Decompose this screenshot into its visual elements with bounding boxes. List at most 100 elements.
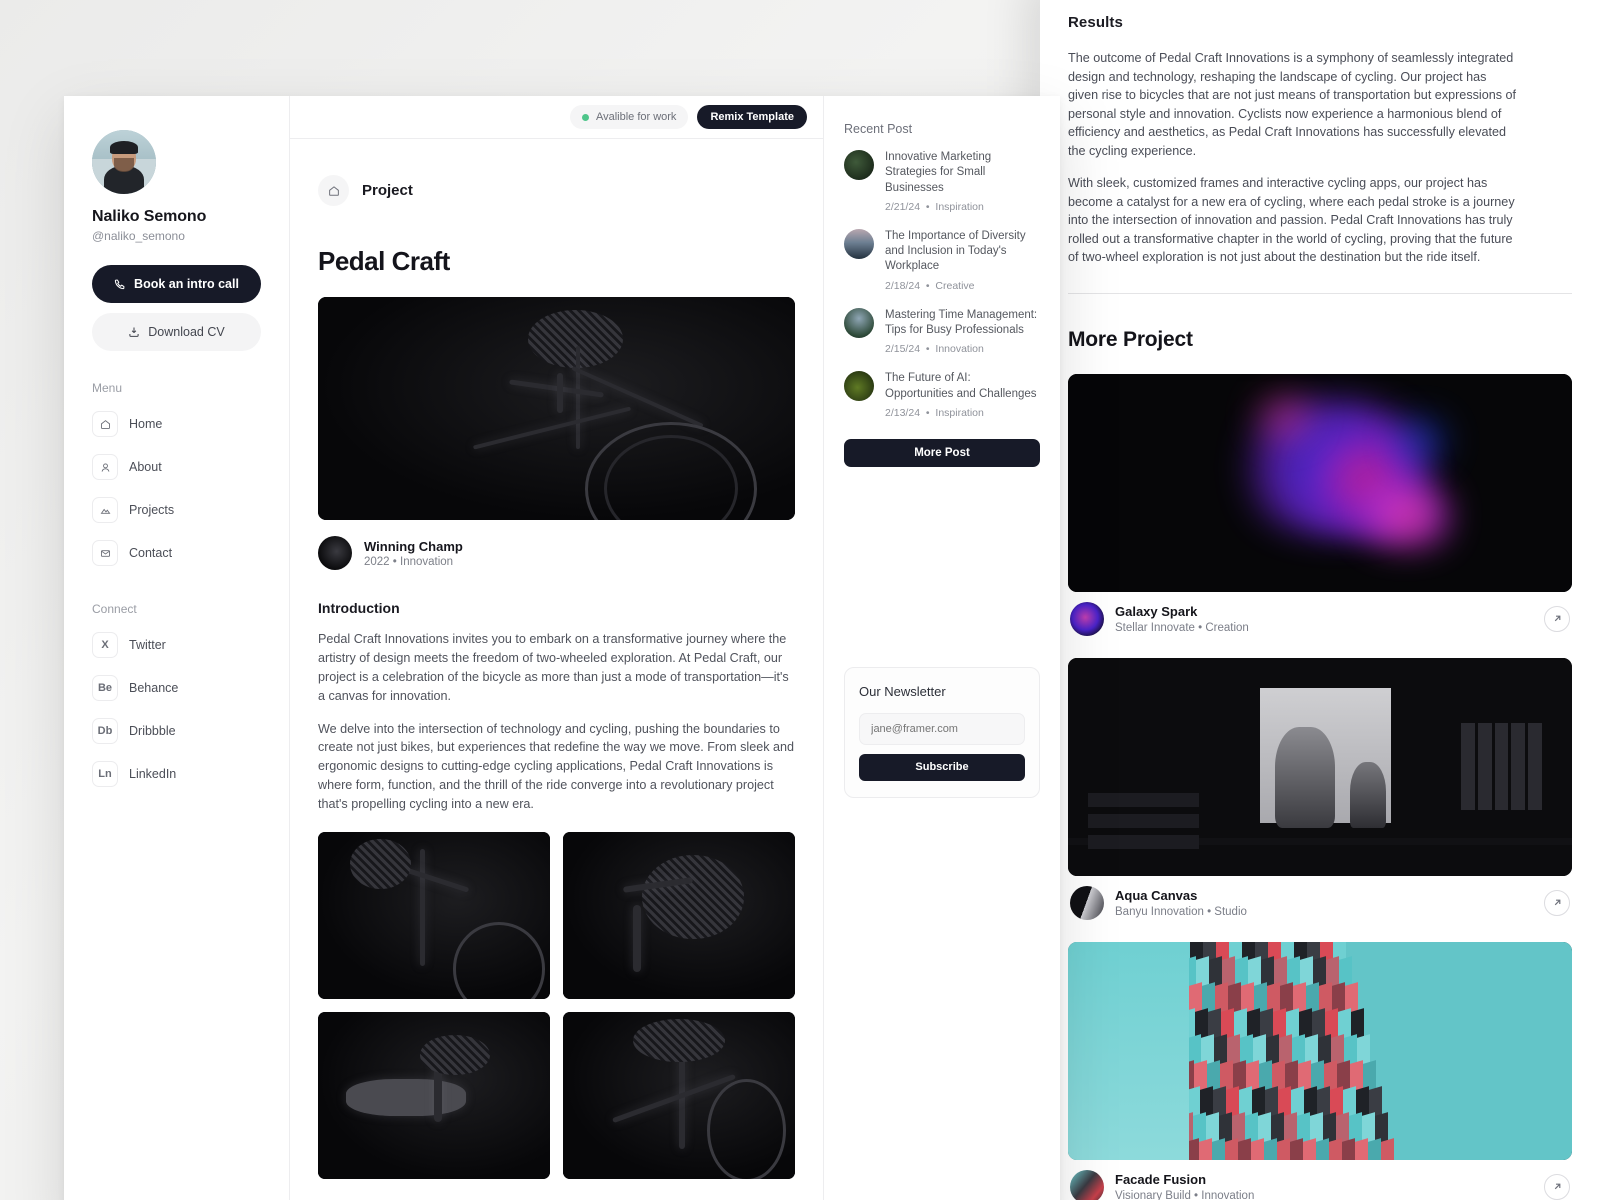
twitter-x-icon: X	[92, 632, 118, 658]
project-thumbnail[interactable]	[1068, 657, 1572, 876]
social-link-label: Behance	[129, 681, 179, 695]
profile-handle: @naliko_semono	[92, 229, 185, 243]
home-icon	[92, 411, 118, 437]
byline-meta: 2022 • Innovation	[364, 555, 454, 568]
social-link-dribbble[interactable]: Db Dribbble	[92, 712, 261, 750]
article-column: Avalible for work Remix Template Project…	[290, 96, 824, 1200]
subscribe-button[interactable]: Subscribe	[859, 753, 1025, 781]
project-thumbnail[interactable]	[1068, 941, 1572, 1160]
social-link-behance[interactable]: Be Behance	[92, 669, 261, 707]
project-card[interactable]: Facade Fusion Visionary Build • Innovati…	[1068, 941, 1572, 1200]
post-meta: 2/18/24 • Creative	[885, 279, 975, 292]
folder-icon	[92, 497, 118, 523]
recent-post-heading: Recent Post	[844, 122, 913, 136]
results-panel: Results The outcome of Pedal Craft Innov…	[1040, 0, 1600, 1200]
social-link-label: Twitter	[129, 638, 166, 652]
main-window: Naliko Semono @naliko_semono Book an int…	[64, 96, 1060, 1200]
introduction-paragraph-1: Pedal Craft Innovations invites you to e…	[318, 632, 789, 703]
post-thumbnail	[844, 228, 874, 259]
book-intro-call-button[interactable]: Book an intro call	[92, 265, 261, 303]
profile-name: Naliko Semono	[92, 208, 207, 225]
project-card[interactable]: Galaxy Spark Stellar Innovate • Creation	[1068, 373, 1572, 636]
results-paragraph-1: The outcome of Pedal Craft Innovations i…	[1068, 51, 1517, 158]
project-avatar	[1070, 885, 1104, 920]
results-heading: Results	[1068, 14, 1123, 31]
sidebar-item-home[interactable]: Home	[92, 405, 261, 443]
social-link-label: LinkedIn	[129, 767, 177, 781]
gallery-artwork	[1068, 657, 1572, 876]
connect-section-label: Connect	[92, 602, 137, 616]
social-link-twitter[interactable]: X Twitter	[92, 626, 261, 664]
menu-section-label: Menu	[92, 381, 123, 395]
project-title: Aqua Canvas	[1115, 887, 1198, 903]
sidebar-item-label: About	[129, 460, 162, 474]
page-title: Pedal Craft	[318, 246, 450, 276]
galaxy-artwork	[1068, 373, 1572, 592]
newsletter-email-input[interactable]	[859, 712, 1025, 745]
mail-icon	[92, 540, 118, 566]
project-subtitle: Banyu Innovation • Studio	[1115, 906, 1247, 919]
arrow-up-right-icon[interactable]	[1544, 1173, 1570, 1200]
facade-artwork	[1068, 941, 1572, 1160]
avatar	[92, 130, 156, 194]
section-divider	[1068, 292, 1572, 294]
project-card[interactable]: Aqua Canvas Banyu Innovation • Studio	[1068, 657, 1572, 920]
linkedin-icon: Ln	[92, 761, 118, 787]
arrow-up-right-icon[interactable]	[1544, 605, 1570, 632]
dribbble-icon: Db	[92, 718, 118, 744]
post-title: The Importance of Diversity and Inclusio…	[885, 229, 1026, 273]
project-avatar	[1070, 1169, 1104, 1200]
status-dot-icon	[581, 113, 589, 121]
post-thumbnail	[844, 371, 874, 402]
availability-badge: Avalible for work	[569, 105, 689, 129]
sidebar-item-label: Home	[129, 417, 163, 431]
social-link-label: Dribbble	[129, 724, 176, 738]
introduction-paragraph-2: We delve into the intersection of techno…	[318, 721, 795, 812]
list-item[interactable]: Mastering Time Management: Tips for Busy…	[844, 307, 1040, 356]
list-item[interactable]: The Future of AI: Opportunities and Chal…	[844, 371, 1040, 419]
project-thumbnail[interactable]	[1068, 373, 1572, 592]
sidebar-item-contact[interactable]: Contact	[92, 534, 261, 572]
remix-template-button[interactable]: Remix Template	[697, 105, 807, 129]
gallery-image	[318, 832, 550, 1000]
sidebar-item-label: Projects	[129, 503, 175, 517]
introduction-heading: Introduction	[318, 600, 400, 616]
post-thumbnail	[844, 307, 874, 338]
behance-icon: Be	[92, 675, 118, 701]
breadcrumb-label: Project	[362, 182, 413, 199]
project-title: Facade Fusion	[1115, 1171, 1207, 1187]
list-item[interactable]: Innovative Marketing Strategies for Smal…	[844, 150, 1040, 213]
post-meta: 2/13/24 • Inspiration	[885, 406, 984, 419]
byline: Winning Champ 2022 • Innovation	[318, 536, 795, 570]
download-cv-button[interactable]: Download CV	[92, 313, 261, 351]
newsletter-card: Our Newsletter Subscribe	[844, 666, 1040, 798]
list-item[interactable]: The Importance of Diversity and Inclusio…	[844, 228, 1040, 292]
recent-post-column: Recent Post Innovative Marketing Strateg…	[824, 96, 1060, 1200]
project-subtitle: Visionary Build • Innovation	[1115, 1190, 1255, 1200]
gallery-image	[563, 1012, 795, 1180]
home-icon[interactable]	[318, 175, 349, 206]
post-title: Mastering Time Management: Tips for Busy…	[885, 308, 1038, 336]
post-thumbnail	[844, 150, 874, 180]
post-meta: 2/15/24 • Innovation	[885, 343, 984, 356]
project-subtitle: Stellar Innovate • Creation	[1115, 622, 1249, 635]
more-post-button[interactable]: More Post	[844, 438, 1040, 467]
availability-label: Avalible for work	[595, 111, 677, 123]
sidebar-item-about[interactable]: About	[92, 448, 261, 486]
user-icon	[92, 454, 118, 480]
arrow-up-right-icon[interactable]	[1544, 889, 1570, 916]
breadcrumb[interactable]: Project	[318, 175, 795, 206]
results-paragraph-2: With sleek, customized frames and intera…	[1068, 176, 1515, 264]
newsletter-title: Our Newsletter	[859, 683, 946, 699]
phone-icon	[114, 278, 126, 290]
social-link-linkedin[interactable]: Ln LinkedIn	[92, 755, 261, 793]
project-title: Galaxy Spark	[1115, 603, 1198, 619]
hero-image	[318, 297, 795, 520]
topbar: Avalible for work Remix Template	[290, 96, 823, 139]
sidebar: Naliko Semono @naliko_semono Book an int…	[64, 96, 290, 1200]
download-icon	[128, 326, 140, 338]
book-intro-call-label: Book an intro call	[134, 277, 239, 291]
post-title: The Future of AI: Opportunities and Chal…	[885, 372, 1037, 400]
gallery-image	[563, 832, 795, 1000]
sidebar-item-projects[interactable]: Projects	[92, 491, 261, 529]
